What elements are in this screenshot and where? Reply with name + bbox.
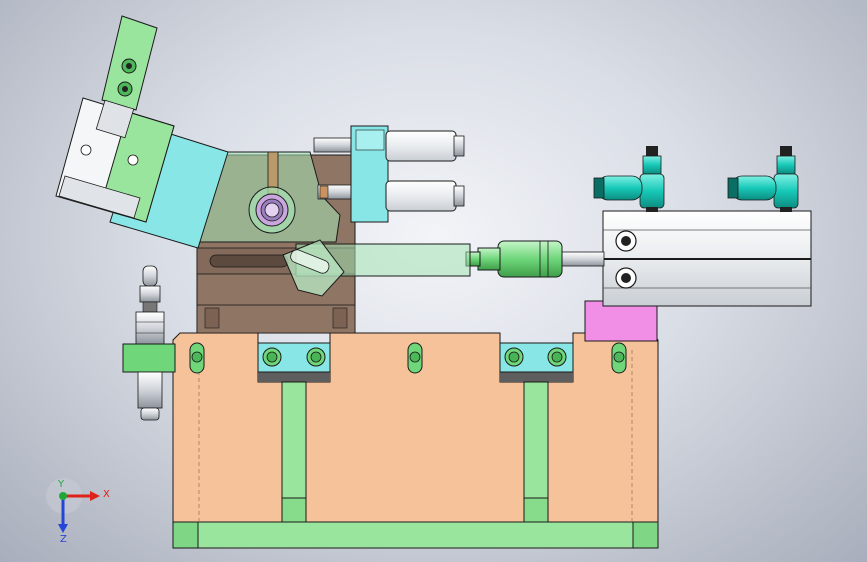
y-axis-dot bbox=[59, 492, 67, 500]
y-axis-label: Y bbox=[57, 479, 65, 490]
x-axis-arrowhead bbox=[90, 491, 100, 501]
fitting-right bbox=[727, 146, 799, 212]
slot-bolt-2 bbox=[407, 342, 423, 374]
slot-bolt-3 bbox=[611, 342, 627, 374]
fitting-left bbox=[593, 146, 665, 212]
slot-bolt-1 bbox=[189, 342, 205, 374]
shock-absorber bbox=[122, 265, 176, 421]
z-axis-arrowhead bbox=[58, 524, 68, 533]
left-pocket-shadow bbox=[258, 372, 330, 382]
right-pocket-block bbox=[499, 342, 574, 373]
tilted-cylinder bbox=[55, 15, 229, 249]
z-axis-label: Z bbox=[60, 534, 67, 545]
left-rib-cap bbox=[281, 497, 307, 523]
coordinate-triad: X Y Z bbox=[46, 478, 110, 545]
x-axis-label: X bbox=[103, 489, 110, 500]
fixture-drawing: X Y Z bbox=[46, 15, 812, 549]
right-pocket-shadow bbox=[500, 372, 573, 382]
piston-rod bbox=[465, 240, 605, 278]
left-pocket-block bbox=[257, 342, 331, 373]
bottom-rail-end-right bbox=[632, 521, 659, 549]
right-air-cylinder bbox=[602, 210, 812, 307]
bottom-rail-end-left bbox=[172, 521, 199, 549]
base-block bbox=[172, 332, 659, 549]
right-rib-cap bbox=[523, 497, 549, 523]
cad-viewport[interactable]: X Y Z bbox=[0, 0, 867, 562]
magenta-stop-block bbox=[584, 300, 658, 342]
bottom-rail bbox=[172, 521, 659, 549]
